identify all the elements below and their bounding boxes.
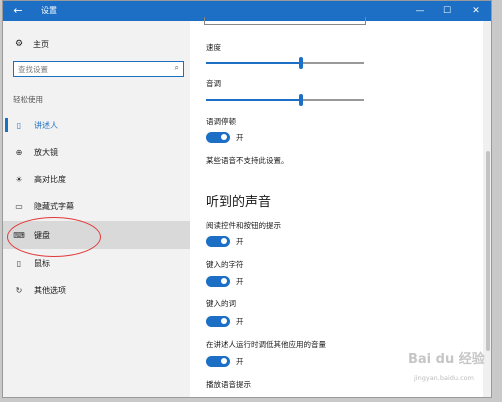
- watermark: Bai du 经验 jingyan.baidu.com: [408, 348, 500, 388]
- toggle-knob: [221, 238, 227, 244]
- sidebar-home[interactable]: ⚙ 主页: [13, 37, 49, 51]
- pitch-slider[interactable]: [206, 93, 364, 107]
- pitch-label: 音调: [206, 79, 221, 88]
- mouse-icon: ▯: [16, 258, 22, 268]
- sidebar: ⚙ 主页 ⌕ 轻松使用 ▯ 讲述人 ⊕ 放大镜 ☀ 高对比度 ▭ 隐藏式字幕 ⌨…: [3, 21, 190, 397]
- toggle-knob: [221, 134, 227, 140]
- toggle-label: 在讲述人运行时调低其他应用的音量: [206, 340, 326, 349]
- back-arrow-icon[interactable]: ←: [11, 4, 25, 18]
- sidebar-item-label: 其他选项: [34, 285, 66, 295]
- magnifier-icon: ⊕: [15, 147, 23, 157]
- toggle-state: 开: [236, 316, 244, 326]
- sidebar-item-label: 高对比度: [34, 174, 66, 184]
- content-pane: 速度 音调 语调停顿 开 某些语音不支持此设置。 听到的声音 阅读控件和按钮的提…: [190, 17, 483, 397]
- home-label: 主页: [33, 39, 49, 49]
- sidebar-item-other-options[interactable]: ↻ 其他选项: [3, 278, 190, 302]
- toggle-state: 开: [236, 356, 244, 366]
- voice-dropdown-edge[interactable]: [204, 17, 366, 25]
- slider-thumb[interactable]: [298, 57, 303, 69]
- captions-icon: ▭: [15, 201, 23, 211]
- scrollbar-thumb[interactable]: [486, 151, 490, 351]
- sidebar-item-magnifier[interactable]: ⊕ 放大镜: [3, 140, 190, 164]
- minimize-button[interactable]: —: [406, 1, 434, 21]
- intonation-pause-toggle-row: 开: [206, 131, 244, 143]
- read-hints-toggle[interactable]: [206, 235, 230, 247]
- sidebar-item-mouse[interactable]: ▯ 鼠标: [3, 251, 190, 275]
- toggle-state: 开: [236, 132, 244, 142]
- other-options-icon: ↻: [15, 285, 23, 295]
- slider-fill: [206, 62, 301, 64]
- toggle-knob: [221, 358, 227, 364]
- sidebar-item-captions[interactable]: ▭ 隐藏式字幕: [3, 194, 190, 218]
- typed-chars-toggle-row: 开: [206, 275, 244, 287]
- slider-fill: [206, 99, 301, 101]
- watermark-url: jingyan.baidu.com: [414, 374, 474, 382]
- read-hints-toggle-row: 开: [206, 235, 244, 247]
- search-icon[interactable]: ⌕: [175, 63, 179, 73]
- toggle-label: 键入的字符: [206, 260, 244, 269]
- lower-volume-toggle-row: 开: [206, 355, 244, 367]
- sidebar-item-label: 放大镜: [34, 147, 58, 157]
- close-button[interactable]: ✕: [462, 1, 490, 21]
- sidebar-item-high-contrast[interactable]: ☀ 高对比度: [3, 167, 190, 191]
- scrollbar[interactable]: [483, 21, 491, 397]
- sounds-heading: 听到的声音: [206, 195, 272, 210]
- settings-window: ← 设置 — ☐ ✕ ⚙ 主页 ⌕ 轻松使用 ▯ 讲述人 ⊕ 放大镜 ☀ 高对比…: [2, 0, 492, 398]
- toggle-label: 阅读控件和按钮的提示: [206, 221, 281, 230]
- narrator-icon: ▯: [16, 120, 22, 130]
- speed-label: 速度: [206, 43, 221, 52]
- toggle-label: 键入的词: [206, 299, 236, 308]
- search-input[interactable]: [18, 63, 168, 75]
- gear-icon: ⚙: [14, 39, 24, 49]
- unsupported-note: 某些语音不支持此设置。: [206, 156, 289, 165]
- speed-slider[interactable]: [206, 56, 364, 70]
- contrast-icon: ☀: [15, 174, 23, 184]
- sidebar-item-narrator[interactable]: ▯ 讲述人: [3, 113, 190, 137]
- toggle-state: 开: [236, 276, 244, 286]
- maximize-button[interactable]: ☐: [433, 1, 461, 21]
- sidebar-item-label: 隐藏式字幕: [34, 201, 74, 211]
- typed-words-toggle[interactable]: [206, 315, 230, 327]
- lower-volume-toggle[interactable]: [206, 355, 230, 367]
- section-label: 轻松使用: [13, 95, 43, 104]
- search-box[interactable]: ⌕: [13, 61, 184, 77]
- typed-chars-toggle[interactable]: [206, 275, 230, 287]
- play-audio-cues-label: 播放语音提示: [206, 380, 251, 389]
- slider-thumb[interactable]: [298, 94, 303, 106]
- intonation-pause-label: 语调停顿: [206, 117, 236, 126]
- sidebar-item-label: 鼠标: [34, 258, 50, 268]
- typed-words-toggle-row: 开: [206, 315, 244, 327]
- toggle-state: 开: [236, 236, 244, 246]
- intonation-pause-toggle[interactable]: [206, 131, 230, 143]
- watermark-brand: Bai du 经验: [408, 352, 485, 367]
- window-title: 设置: [41, 6, 57, 15]
- toggle-knob: [221, 278, 227, 284]
- sidebar-item-label: 讲述人: [34, 120, 58, 130]
- toggle-knob: [221, 318, 227, 324]
